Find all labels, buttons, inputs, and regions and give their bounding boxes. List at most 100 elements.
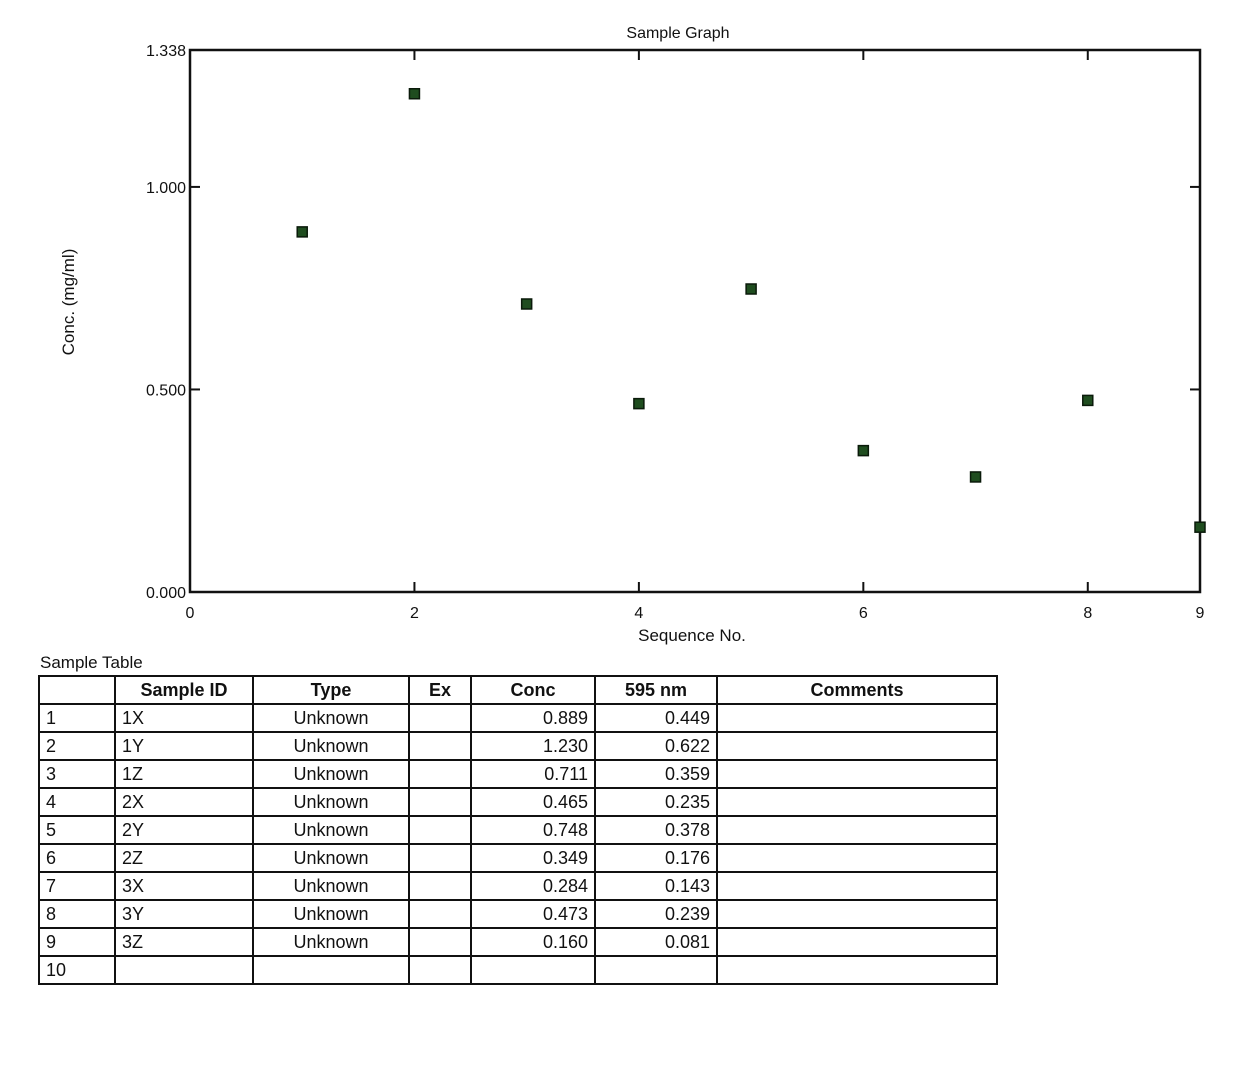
data-point [969, 471, 982, 483]
table-row: 3 1Z Unknown 0.711 0.359 [38, 759, 998, 789]
header-conc: Conc [470, 675, 596, 705]
row-index-cell: 8 [38, 899, 116, 929]
comments-cell [716, 759, 998, 789]
sample-id-cell: 3X [114, 871, 254, 901]
ex-cell [408, 955, 472, 985]
header-595nm: 595 nm [594, 675, 718, 705]
type-cell: Unknown [252, 871, 410, 901]
sample-id-cell: 2X [114, 787, 254, 817]
sample-id-cell: 1X [114, 703, 254, 733]
data-point [520, 298, 533, 310]
header-sample-id: Sample ID [114, 675, 254, 705]
comments-cell [716, 899, 998, 929]
table-row: 5 2Y Unknown 0.748 0.378 [38, 815, 998, 845]
data-point [1082, 394, 1094, 407]
plot-frame [188, 48, 1202, 594]
table-row: 2 1Y Unknown 1.230 0.622 [38, 731, 998, 761]
row-index-cell: 7 [38, 871, 116, 901]
sample-id-cell: 1Z [114, 759, 254, 789]
absorbance-595-cell: 0.176 [594, 843, 718, 873]
comments-cell [716, 927, 998, 957]
ex-cell [408, 731, 472, 761]
type-cell: Unknown [252, 759, 410, 789]
row-index-cell: 10 [38, 955, 116, 985]
y-tick-label: 0.000 [146, 585, 186, 602]
ex-cell [408, 843, 472, 873]
comments-cell [716, 955, 998, 985]
comments-cell [716, 731, 998, 761]
data-point [857, 444, 870, 457]
row-index-cell: 1 [38, 703, 116, 733]
header-ex: Ex [408, 675, 472, 705]
table-row: 7 3X Unknown 0.284 0.143 [38, 871, 998, 901]
row-index-cell: 2 [38, 731, 116, 761]
absorbance-595-cell: 0.239 [594, 899, 718, 929]
chart-title: Sample Graph [626, 25, 729, 42]
x-tick-label: 6 [859, 605, 868, 622]
table-caption: Sample Table [40, 653, 143, 672]
table-row: 1 1X Unknown 0.889 0.449 [38, 703, 998, 733]
data-point [633, 397, 645, 410]
type-cell: Unknown [252, 731, 410, 761]
ex-cell [408, 787, 472, 817]
conc-cell: 0.465 [470, 787, 596, 817]
y-tick-label: 1.000 [146, 180, 186, 197]
conc-cell: 0.711 [470, 759, 596, 789]
table-row: 9 3Z Unknown 0.160 0.081 [38, 927, 998, 957]
data-point [408, 87, 421, 100]
row-index-cell: 5 [38, 815, 116, 845]
conc-cell: 0.284 [470, 871, 596, 901]
type-cell: Unknown [252, 815, 410, 845]
absorbance-595-cell [594, 955, 718, 985]
comments-cell [716, 703, 998, 733]
comments-cell [716, 871, 998, 901]
conc-cell: 0.748 [470, 815, 596, 845]
type-cell: Unknown [252, 703, 410, 733]
sample-id-cell: 1Y [114, 731, 254, 761]
sample-graph: Sample Graph 0.000 0.500 1.000 1.338 0 2 4 6 8 9… [59, 25, 1206, 645]
conc-cell: 0.473 [470, 899, 596, 929]
row-index-cell: 3 [38, 759, 116, 789]
sample-id-cell [114, 955, 254, 985]
ex-cell [408, 927, 472, 957]
comments-cell [716, 815, 998, 845]
y-axis-title: Conc. (mg/ml) [59, 249, 78, 356]
conc-cell: 0.160 [470, 927, 596, 957]
ex-cell [408, 899, 472, 929]
absorbance-595-cell: 0.359 [594, 759, 718, 789]
conc-cell: 0.889 [470, 703, 596, 733]
header-comments: Comments [716, 675, 998, 705]
table-row: 10 [38, 955, 998, 985]
type-cell: Unknown [252, 899, 410, 929]
ex-cell [408, 759, 472, 789]
absorbance-595-cell: 0.449 [594, 703, 718, 733]
x-tick-label: 4 [634, 605, 643, 622]
ex-cell [408, 815, 472, 845]
row-index-cell: 6 [38, 843, 116, 873]
absorbance-595-cell: 0.143 [594, 871, 718, 901]
header-index [38, 675, 116, 705]
type-cell: Unknown [252, 843, 410, 873]
table-header-row: Sample ID Type Ex Conc 595 nm Comments [38, 675, 998, 705]
x-tick-label: 9 [1196, 605, 1205, 622]
y-tick-label: 1.338 [146, 43, 186, 60]
x-tick-label: 0 [186, 605, 195, 622]
table-row: 8 3Y Unknown 0.473 0.239 [38, 899, 998, 929]
absorbance-595-cell: 0.081 [594, 927, 718, 957]
type-cell: Unknown [252, 787, 410, 817]
row-index-cell: 4 [38, 787, 116, 817]
type-cell [252, 955, 410, 985]
table-row: 6 2Z Unknown 0.349 0.176 [38, 843, 998, 873]
sample-id-cell: 2Y [114, 815, 254, 845]
y-tick-label: 0.500 [146, 382, 186, 399]
data-point [1194, 521, 1206, 533]
ex-cell [408, 703, 472, 733]
sample-id-cell: 2Z [114, 843, 254, 873]
x-tick-label: 2 [410, 605, 419, 622]
absorbance-595-cell: 0.378 [594, 815, 718, 845]
conc-cell: 0.349 [470, 843, 596, 873]
comments-cell [716, 787, 998, 817]
sample-id-cell: 3Y [114, 899, 254, 929]
row-index-cell: 9 [38, 927, 116, 957]
sample-id-cell: 3Z [114, 927, 254, 957]
